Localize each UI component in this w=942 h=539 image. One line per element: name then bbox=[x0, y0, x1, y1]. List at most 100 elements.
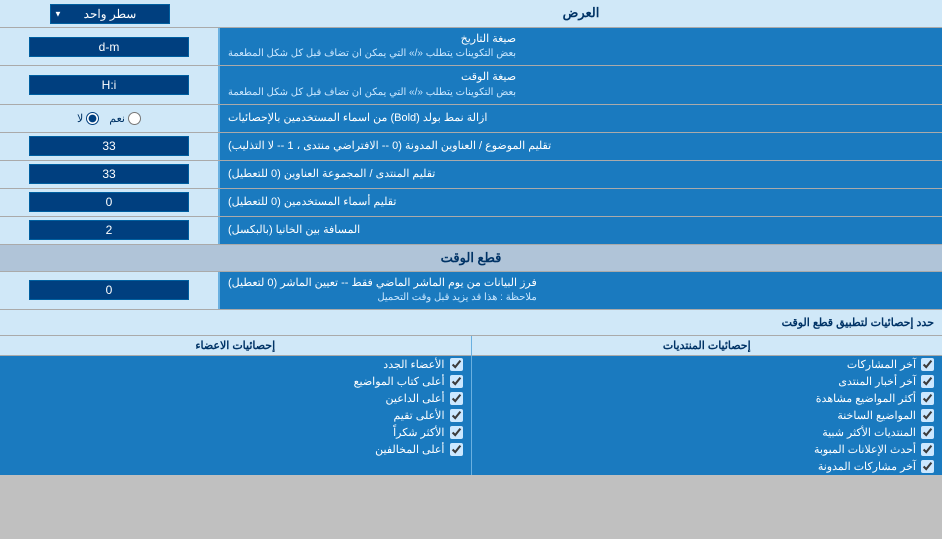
display-title: العرض bbox=[563, 4, 600, 22]
stats-members-col: إحصائيات الاعضاء الأعضاء الجدد أعلى كتاب… bbox=[0, 336, 471, 475]
stats-item-most-viewed: أكثر المواضيع مشاهدة bbox=[472, 390, 942, 407]
bold-remove-row: ازالة نمط بولد (Bold) من اسماء المستخدمي… bbox=[0, 105, 942, 133]
stats-label-top-inviters: أعلى الداعين bbox=[386, 392, 445, 405]
stats-members-header: إحصائيات الاعضاء bbox=[0, 336, 471, 356]
stats-label-top-rated: الأعلى تقيم bbox=[393, 409, 444, 422]
stats-label-new-members: الأعضاء الجدد bbox=[383, 358, 444, 371]
stats-item-top-topic-writers: أعلى كتاب المواضيع bbox=[0, 373, 471, 390]
user-names-input[interactable] bbox=[29, 192, 189, 212]
cut-time-header: قطع الوقت bbox=[0, 245, 942, 272]
stats-header-text: حدد إحصائيات لتطبيق قطع الوقت bbox=[782, 317, 934, 329]
stats-label-forum-news: آخر أخبار المنتدى bbox=[838, 375, 916, 388]
bold-remove-title: ازالة نمط بولد (Bold) من اسماء المستخدمي… bbox=[228, 111, 487, 126]
date-format-row: صيغة التاريخ بعض التكوينات يتطلب «/» الت… bbox=[0, 28, 942, 66]
cut-time-title: قطع الوقت bbox=[441, 250, 502, 265]
cut-time-input-area bbox=[0, 272, 220, 309]
stats-checkbox-last-posts[interactable] bbox=[921, 358, 934, 371]
stats-item-most-similar: المنتديات الأكثر شبية bbox=[472, 424, 942, 441]
stats-participations-col: إحصائيات المنتديات آخر المشاركات آخر أخب… bbox=[471, 336, 942, 475]
stats-label-top-topic-writers: أعلى كتاب المواضيع bbox=[354, 375, 445, 388]
stats-item-new-members: الأعضاء الجدد bbox=[0, 356, 471, 373]
stats-item-classified-ads: أحدث الإعلانات المبوبة bbox=[472, 441, 942, 458]
user-names-input-area bbox=[0, 189, 220, 216]
stats-item-hot-topics: المواضيع الساخنة bbox=[472, 407, 942, 424]
stats-label-most-thanked: الأكثر شكراً bbox=[393, 426, 444, 439]
stats-label-blog-posts: آخر مشاركات المدونة bbox=[818, 460, 916, 473]
display-dropdown-wrapper: سطر واحد سطرين ثلاثة أسطر bbox=[50, 4, 170, 24]
user-names-row: تقليم أسماء المستخدمين (0 للتعطيل) bbox=[0, 189, 942, 217]
time-format-row: صيغة الوقت بعض التكوينات يتطلب «/» التي … bbox=[0, 66, 942, 104]
bold-yes-label: نعم bbox=[109, 112, 141, 125]
display-header-row: العرض سطر واحد سطرين ثلاثة أسطر bbox=[0, 0, 942, 28]
stats-checkbox-classified-ads[interactable] bbox=[921, 443, 934, 456]
forum-titles-input[interactable] bbox=[29, 164, 189, 184]
cut-time-label: فرز البيانات من يوم الماشر الماضي فقط --… bbox=[220, 272, 942, 309]
bold-no-label: لا bbox=[77, 112, 99, 125]
user-names-title: تقليم أسماء المستخدمين (0 للتعطيل) bbox=[228, 195, 396, 210]
stats-label-last-posts: آخر المشاركات bbox=[847, 358, 916, 371]
stats-participations-header: إحصائيات المنتديات bbox=[472, 336, 942, 356]
topic-titles-title: تقليم الموضوع / العناوين المدونة (0 -- ا… bbox=[228, 139, 551, 154]
stats-section: حدد إحصائيات لتطبيق قطع الوقت إحصائيات ا… bbox=[0, 310, 942, 475]
stats-item-top-violators: أعلى المخالفين bbox=[0, 441, 471, 458]
time-format-input[interactable] bbox=[29, 75, 189, 95]
topic-titles-input[interactable] bbox=[29, 136, 189, 156]
stats-label-classified-ads: أحدث الإعلانات المبوبة bbox=[814, 443, 916, 456]
stats-checkbox-forum-news[interactable] bbox=[921, 375, 934, 388]
main-container: العرض سطر واحد سطرين ثلاثة أسطر صيغة الت… bbox=[0, 0, 942, 475]
distance-columns-title: المسافة بين الخانيا (بالبكسل) bbox=[228, 223, 360, 238]
stats-item-last-posts: آخر المشاركات bbox=[472, 356, 942, 373]
stats-checkbox-top-rated[interactable] bbox=[450, 409, 463, 422]
forum-titles-label: تقليم المنتدى / المجموعة العناوين (0 للت… bbox=[220, 161, 942, 188]
stats-checkbox-blog-posts[interactable] bbox=[921, 460, 934, 473]
topic-titles-row: تقليم الموضوع / العناوين المدونة (0 -- ا… bbox=[0, 133, 942, 161]
stats-members-title: إحصائيات الاعضاء bbox=[195, 340, 275, 352]
stats-header-label: حدد إحصائيات لتطبيق قطع الوقت bbox=[0, 312, 942, 333]
date-format-sublabel: بعض التكوينات يتطلب «/» التي يمكن ان تضا… bbox=[228, 47, 516, 61]
display-label: العرض bbox=[220, 0, 942, 27]
date-format-label: صيغة التاريخ بعض التكوينات يتطلب «/» الت… bbox=[220, 28, 942, 65]
stats-item-top-inviters: أعلى الداعين bbox=[0, 390, 471, 407]
cut-time-row-sublabel: ملاحظة : هذا قد يزيد قبل وقت التحميل bbox=[228, 291, 537, 305]
user-names-label: تقليم أسماء المستخدمين (0 للتعطيل) bbox=[220, 189, 942, 216]
cut-time-row-title: فرز البيانات من يوم الماشر الماضي فقط --… bbox=[228, 277, 537, 289]
forum-titles-title: تقليم المنتدى / المجموعة العناوين (0 للت… bbox=[228, 167, 435, 182]
distance-columns-row: المسافة بين الخانيا (بالبكسل) bbox=[0, 217, 942, 245]
cut-time-row: فرز البيانات من يوم الماشر الماضي فقط --… bbox=[0, 272, 942, 310]
stats-label-most-viewed: أكثر المواضيع مشاهدة bbox=[816, 392, 916, 405]
stats-item-blog-posts: آخر مشاركات المدونة bbox=[472, 458, 942, 475]
stats-checkbox-top-inviters[interactable] bbox=[450, 392, 463, 405]
time-format-input-area bbox=[0, 66, 220, 103]
bold-remove-label: ازالة نمط بولد (Bold) من اسماء المستخدمي… bbox=[220, 105, 942, 132]
stats-item-forum-news: آخر أخبار المنتدى bbox=[472, 373, 942, 390]
stats-checkbox-top-violators[interactable] bbox=[450, 443, 463, 456]
stats-item-top-rated: الأعلى تقيم bbox=[0, 407, 471, 424]
stats-checkbox-most-similar[interactable] bbox=[921, 426, 934, 439]
bold-yes-text: نعم bbox=[109, 112, 125, 125]
cut-time-input[interactable] bbox=[29, 280, 189, 300]
stats-checkbox-top-topic-writers[interactable] bbox=[450, 375, 463, 388]
date-format-title: صيغة التاريخ bbox=[461, 33, 516, 45]
stats-checkbox-new-members[interactable] bbox=[450, 358, 463, 371]
topic-titles-input-area bbox=[0, 133, 220, 160]
distance-columns-input[interactable] bbox=[29, 220, 189, 240]
bold-yes-radio[interactable] bbox=[128, 112, 141, 125]
stats-label-most-similar: المنتديات الأكثر شبية bbox=[822, 426, 916, 439]
distance-columns-label: المسافة بين الخانيا (بالبكسل) bbox=[220, 217, 942, 244]
time-format-title: صيغة الوقت bbox=[461, 71, 516, 83]
stats-label-hot-topics: المواضيع الساخنة bbox=[837, 409, 916, 422]
bold-no-radio[interactable] bbox=[86, 112, 99, 125]
forum-titles-input-area bbox=[0, 161, 220, 188]
display-dropdown[interactable]: سطر واحد سطرين ثلاثة أسطر bbox=[50, 4, 170, 24]
stats-checkbox-hot-topics[interactable] bbox=[921, 409, 934, 422]
time-format-sublabel: بعض التكوينات يتطلب «/» التي يمكن ان تضا… bbox=[228, 86, 516, 100]
time-format-label: صيغة الوقت بعض التكوينات يتطلب «/» التي … bbox=[220, 66, 942, 103]
stats-checkbox-most-thanked[interactable] bbox=[450, 426, 463, 439]
stats-item-most-thanked: الأكثر شكراً bbox=[0, 424, 471, 441]
stats-columns-container: إحصائيات المنتديات آخر المشاركات آخر أخب… bbox=[0, 336, 942, 475]
distance-columns-input-area bbox=[0, 217, 220, 244]
date-format-input[interactable] bbox=[29, 37, 189, 57]
stats-checkbox-most-viewed[interactable] bbox=[921, 392, 934, 405]
bold-remove-input-area: نعم لا bbox=[0, 105, 220, 132]
stats-label-top-violators: أعلى المخالفين bbox=[375, 443, 444, 456]
